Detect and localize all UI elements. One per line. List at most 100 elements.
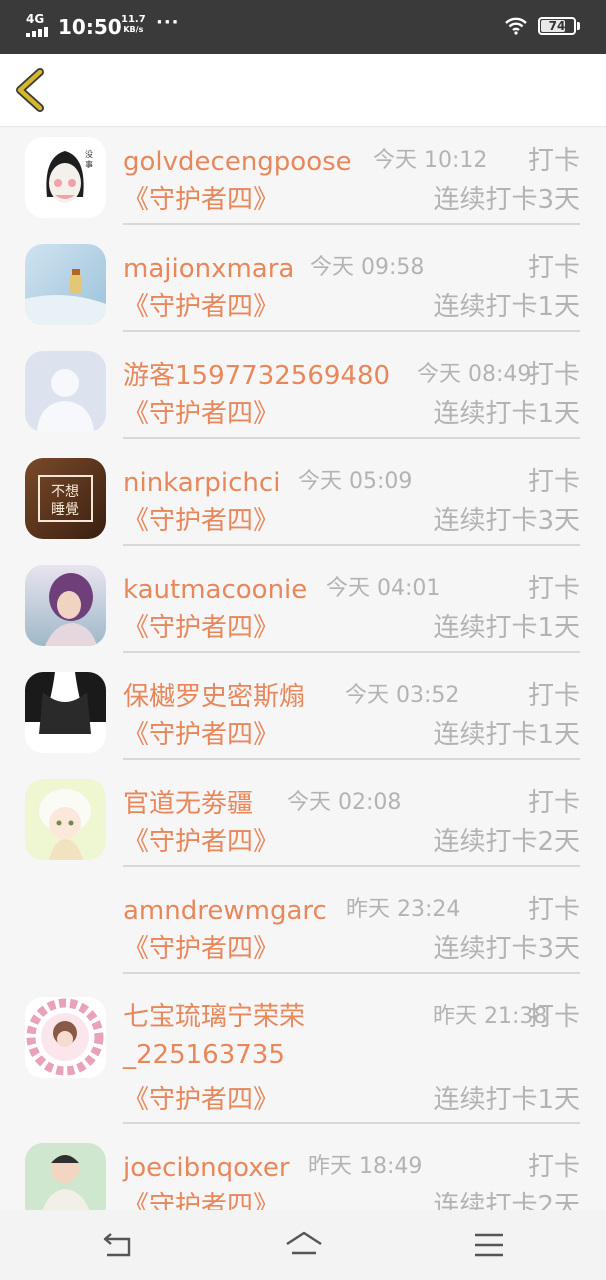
avatar[interactable] — [25, 351, 106, 432]
nav-home-icon[interactable] — [284, 1227, 324, 1263]
divider — [123, 544, 580, 546]
speed-unit: KB/s — [123, 25, 144, 34]
checkin-time: 今天 08:49 — [417, 362, 532, 387]
streak-text: 连续打卡3天 — [433, 506, 580, 536]
checkin-time: 昨天 18:49 — [308, 1154, 423, 1179]
streak-text: 连续打卡1天 — [433, 1085, 580, 1115]
list-item[interactable]: 不想 睡覺 ninkarpichci 今天 05:09 打卡 《守护者四》 连续… — [0, 449, 606, 556]
book-title[interactable]: 《守护者四》 — [123, 823, 279, 861]
streak-text: 连续打卡1天 — [433, 399, 580, 429]
svg-text:不想: 不想 — [51, 484, 79, 500]
divider — [123, 758, 580, 760]
wifi-icon — [505, 17, 527, 35]
status-bar: 4G 10:50 11.7 KB/s ··· 74 — [0, 0, 606, 54]
system-navigation-bar — [0, 1210, 606, 1280]
checkin-badge: 打卡 — [527, 574, 580, 604]
checkin-time: 今天 05:09 — [298, 469, 413, 494]
nav-menu-icon[interactable] — [471, 1227, 507, 1263]
username[interactable]: 官道无劵疆 — [123, 784, 253, 824]
list-item[interactable]: kautmacoonie 今天 04:01 打卡 《守护者四》 连续打卡1天 — [0, 556, 606, 663]
streak-text: 连续打卡2天 — [433, 1191, 580, 1210]
top-bar — [0, 54, 606, 127]
battery-icon: 74 — [538, 17, 576, 35]
book-title[interactable]: 《守护者四》 — [123, 181, 279, 219]
book-title[interactable]: 《守护者四》 — [123, 716, 279, 754]
avatar[interactable] — [25, 672, 106, 753]
book-title[interactable]: 《守护者四》 — [123, 1081, 279, 1119]
checkin-badge: 打卡 — [527, 681, 580, 711]
avatar[interactable] — [25, 1143, 106, 1210]
battery-level: 74 — [548, 19, 566, 33]
book-title[interactable]: 《守护者四》 — [123, 502, 279, 540]
list-item[interactable]: joecibnqoxer 昨天 18:49 打卡 《守护者四》 连续打卡2天 — [0, 1134, 606, 1210]
username[interactable]: joecibnqoxer — [123, 1148, 290, 1188]
book-title[interactable]: 《守护者四》 — [123, 395, 279, 433]
checkin-badge: 打卡 — [527, 253, 580, 283]
speed-value: 11.7 — [121, 14, 146, 25]
checkin-badge: 打卡 — [527, 146, 580, 176]
username[interactable]: 游客1597732569480 — [123, 356, 390, 396]
username[interactable]: amndrewmgarc — [123, 891, 327, 931]
nav-back-icon[interactable] — [99, 1227, 135, 1263]
checkin-time: 今天 09:58 — [310, 255, 425, 280]
checkin-time: 今天 03:52 — [345, 683, 460, 708]
checkin-badge: 打卡 — [527, 467, 580, 497]
checkin-badge: 打卡 — [527, 788, 580, 818]
more-notifications-icon: ··· — [156, 12, 180, 33]
streak-text: 连续打卡2天 — [433, 827, 580, 857]
list-item[interactable]: 没 事 golvdecengpoose 今天 10:12 打卡 《守护者四》 连… — [0, 128, 606, 235]
streak-text: 连续打卡3天 — [433, 185, 580, 215]
username[interactable]: 保樾罗史密斯煽 — [123, 677, 305, 717]
clock: 10:50 — [58, 15, 122, 39]
divider — [123, 437, 580, 439]
book-title[interactable]: 《守护者四》 — [123, 930, 279, 968]
username[interactable]: majionxmara — [123, 249, 294, 289]
list-item[interactable]: 官道无劵疆 今天 02:08 打卡 《守护者四》 连续打卡2天 — [0, 770, 606, 877]
divider — [123, 865, 580, 867]
checkin-time: 昨天 23:24 — [346, 897, 461, 922]
checkin-time: 今天 04:01 — [326, 576, 441, 601]
divider — [123, 1122, 580, 1124]
chevron-left-icon — [16, 68, 44, 112]
svg-text:睡覺: 睡覺 — [51, 502, 79, 518]
streak-text: 连续打卡1天 — [433, 292, 580, 322]
divider — [123, 972, 580, 974]
username[interactable]: golvdecengpoose — [123, 142, 352, 182]
checkin-badge: 打卡 — [527, 1002, 580, 1032]
checkin-badge: 打卡 — [527, 1152, 580, 1182]
list-item[interactable]: amndrewmgarc 昨天 23:24 打卡 《守护者四》 连续打卡3天 — [0, 877, 606, 984]
book-title[interactable]: 《守护者四》 — [123, 288, 279, 326]
checkin-list[interactable]: 没 事 golvdecengpoose 今天 10:12 打卡 《守护者四》 连… — [0, 128, 606, 1210]
streak-text: 连续打卡1天 — [433, 613, 580, 643]
avatar[interactable]: 没 事 — [25, 137, 106, 218]
network-speed: 11.7 KB/s — [121, 15, 146, 35]
list-item[interactable]: 保樾罗史密斯煽 今天 03:52 打卡 《守护者四》 连续打卡1天 — [0, 663, 606, 770]
avatar[interactable] — [25, 244, 106, 325]
username[interactable]: kautmacoonie — [123, 570, 307, 610]
username[interactable]: ninkarpichci — [123, 463, 280, 503]
list-item[interactable]: 七宝琉璃宁荣荣_225163735 昨天 21:38 打卡 《守护者四》 连续打… — [0, 984, 606, 1134]
streak-text: 连续打卡1天 — [433, 720, 580, 750]
avatar[interactable]: 不想 睡覺 — [25, 458, 106, 539]
book-title[interactable]: 《守护者四》 — [123, 609, 279, 647]
book-title[interactable]: 《守护者四》 — [123, 1187, 279, 1210]
divider — [123, 330, 580, 332]
checkin-badge: 打卡 — [527, 360, 580, 390]
signal-icon — [26, 27, 48, 37]
checkin-badge: 打卡 — [527, 895, 580, 925]
svg-text:事: 事 — [85, 159, 93, 169]
svg-text:没: 没 — [85, 149, 93, 159]
avatar[interactable] — [25, 565, 106, 646]
list-item[interactable]: 游客1597732569480 今天 08:49 打卡 《守护者四》 连续打卡1… — [0, 342, 606, 449]
network-type: 4G — [26, 12, 45, 26]
avatar[interactable] — [25, 779, 106, 860]
divider — [123, 651, 580, 653]
username[interactable]: 七宝琉璃宁荣荣_225163735 — [123, 998, 363, 1074]
divider — [123, 223, 580, 225]
back-button[interactable] — [6, 62, 62, 118]
checkin-time: 今天 10:12 — [373, 148, 488, 173]
list-item[interactable]: majionxmara 今天 09:58 打卡 《守护者四》 连续打卡1天 — [0, 235, 606, 342]
checkin-time: 今天 02:08 — [287, 790, 402, 815]
avatar[interactable] — [25, 997, 106, 1078]
streak-text: 连续打卡3天 — [433, 934, 580, 964]
